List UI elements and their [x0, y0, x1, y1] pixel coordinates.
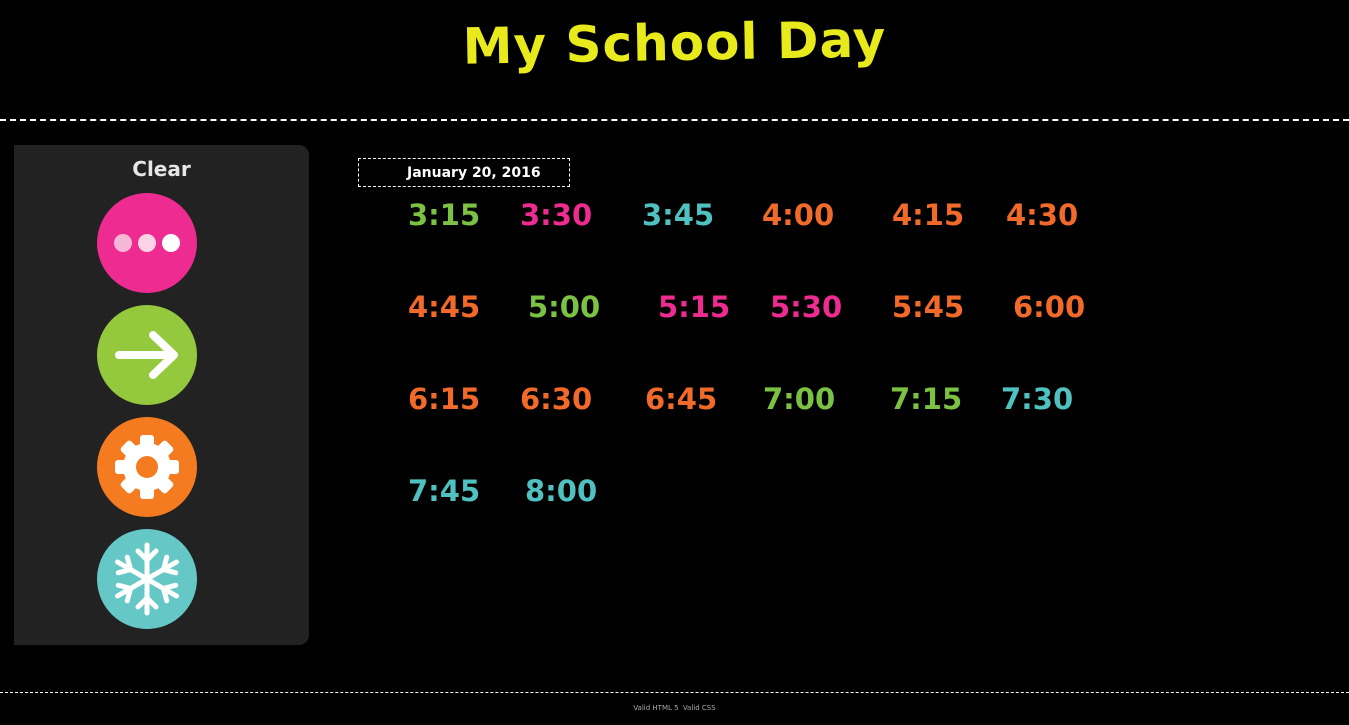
time-slot[interactable]: 3:15 — [408, 198, 480, 232]
time-slot[interactable]: 4:45 — [408, 290, 480, 324]
footer: Valid HTML 5 Valid CSS — [0, 704, 1349, 712]
settings-button[interactable] — [97, 417, 197, 517]
date-value: January 20, 2016 — [407, 165, 541, 181]
time-slot[interactable]: 5:00 — [528, 290, 600, 324]
page: My School Day Clear January 20, 2016 3:1… — [0, 0, 1349, 725]
more-button[interactable] — [97, 193, 197, 293]
page-title: My School Day — [462, 10, 887, 76]
snow-button[interactable] — [97, 529, 197, 629]
gear-icon — [97, 417, 197, 517]
time-slot[interactable]: 5:30 — [770, 290, 842, 324]
clear-button[interactable]: Clear — [14, 157, 309, 181]
valid-html5-link[interactable]: Valid HTML 5 — [633, 704, 678, 712]
time-slot[interactable]: 4:15 — [892, 198, 964, 232]
time-slot[interactable]: 7:15 — [890, 382, 962, 416]
time-slot[interactable]: 7:00 — [763, 382, 835, 416]
arrow-right-icon — [97, 305, 197, 405]
time-slot[interactable]: 6:30 — [520, 382, 592, 416]
date-field[interactable]: January 20, 2016 — [358, 158, 570, 187]
time-slot[interactable]: 7:45 — [408, 474, 480, 508]
time-slot[interactable]: 8:00 — [525, 474, 597, 508]
footer-divider — [0, 692, 1349, 693]
time-slot[interactable]: 4:30 — [1006, 198, 1078, 232]
time-slot[interactable]: 3:30 — [520, 198, 592, 232]
time-slot[interactable]: 7:30 — [1001, 382, 1073, 416]
sidebar: Clear — [14, 145, 309, 645]
time-slot[interactable]: 3:45 — [642, 198, 714, 232]
snowflake-icon — [97, 529, 197, 629]
time-slot[interactable]: 6:15 — [408, 382, 480, 416]
time-slot[interactable]: 6:00 — [1013, 290, 1085, 324]
valid-css-link[interactable]: Valid CSS — [683, 704, 716, 712]
time-slot[interactable]: 5:15 — [658, 290, 730, 324]
time-slot[interactable]: 5:45 — [892, 290, 964, 324]
ellipsis-icon — [97, 193, 197, 293]
time-slot[interactable]: 6:45 — [645, 382, 717, 416]
time-slot[interactable]: 4:00 — [762, 198, 834, 232]
header-divider — [0, 119, 1349, 121]
next-button[interactable] — [97, 305, 197, 405]
